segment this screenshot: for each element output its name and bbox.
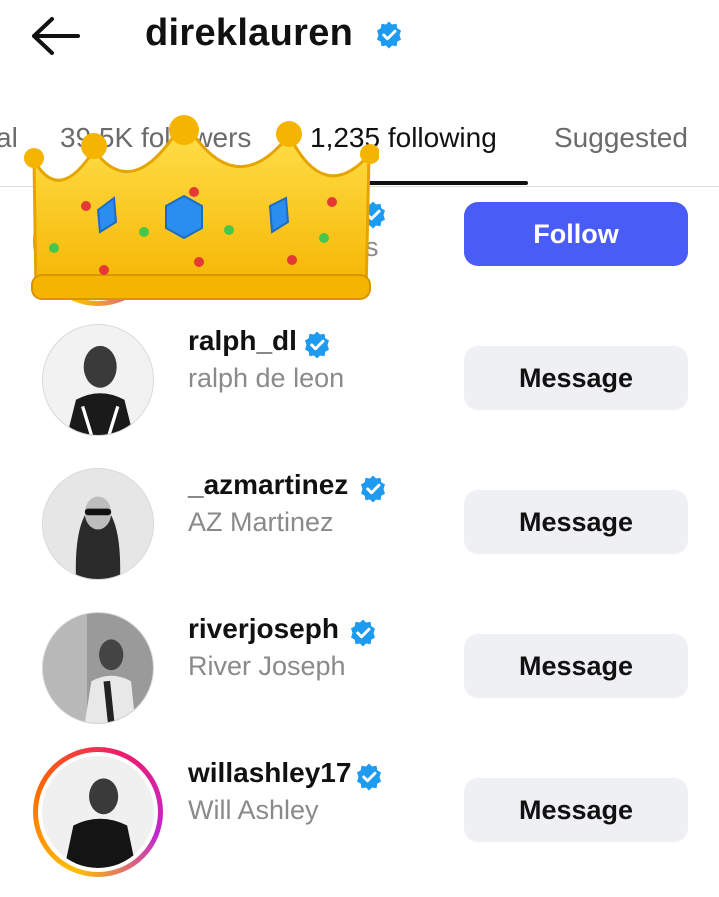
profile-title: direklauren: [145, 12, 354, 54]
full-name: Will Ashley: [188, 795, 319, 825]
verified-badge-icon: [305, 331, 329, 359]
avatar[interactable]: [42, 468, 154, 580]
message-button[interactable]: Message: [464, 634, 688, 698]
tab-mutual[interactable]: al: [0, 122, 18, 154]
message-button[interactable]: Message: [464, 346, 688, 410]
avatar[interactable]: [42, 324, 154, 436]
back-button[interactable]: [30, 14, 82, 58]
full-name: AZ Martinez: [188, 507, 334, 537]
verified-badge-icon: [361, 475, 385, 503]
arrow-left-icon: [32, 17, 80, 55]
username[interactable]: _azmartinez: [188, 469, 348, 501]
username[interactable]: willashley17: [188, 757, 351, 789]
crown-sticker-icon: [24, 115, 379, 300]
list-item: _azmartinez AZ Martinez Message: [0, 449, 719, 593]
avatar[interactable]: [33, 747, 163, 877]
verified-badge-icon: [357, 763, 381, 791]
tab-suggested[interactable]: Suggested: [554, 122, 688, 154]
follow-button[interactable]: Follow: [464, 202, 688, 266]
list-item: riverjoseph River Joseph Message: [0, 593, 719, 737]
list-item: ralph_dl ralph de leon Message: [0, 305, 719, 449]
full-name: ralph de leon: [188, 363, 345, 393]
full-name: River Joseph: [188, 651, 346, 681]
top-bar: direklauren: [0, 0, 719, 95]
message-button[interactable]: Message: [464, 490, 688, 554]
username[interactable]: riverjoseph: [188, 613, 339, 645]
list-item: willashley17 Will Ashley Message: [0, 737, 719, 881]
verified-badge-icon: [351, 619, 375, 647]
avatar[interactable]: [42, 612, 154, 724]
message-button[interactable]: Message: [464, 778, 688, 842]
verified-badge-icon: [377, 21, 401, 49]
username[interactable]: ralph_dl: [188, 325, 297, 357]
